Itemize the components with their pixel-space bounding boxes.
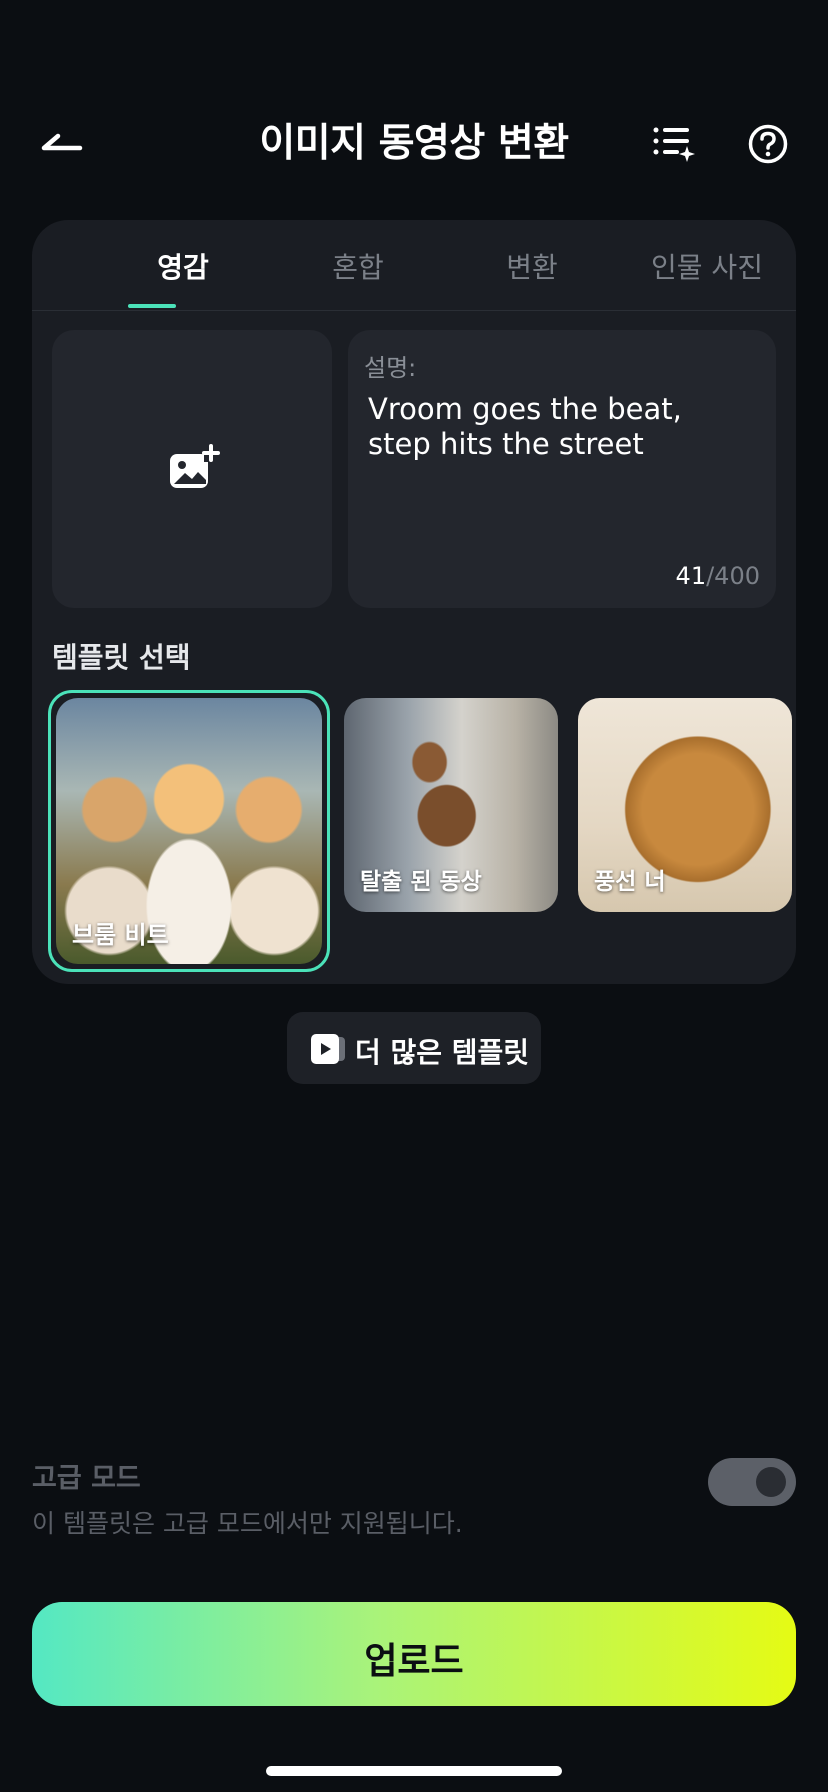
- tab-mix[interactable]: 혼합: [283, 246, 433, 286]
- upload-label: 업로드: [364, 1641, 464, 1682]
- advanced-mode-toggle[interactable]: [708, 1458, 796, 1506]
- template-label: 탈출 된 동상: [360, 869, 482, 895]
- main-card: 영감 혼합 변환 인물 사진 설명: Vroom goes the beat, …: [32, 220, 796, 984]
- template-card-balloon-you[interactable]: 풍선 너: [578, 698, 792, 912]
- advanced-mode-title: 고급 모드: [32, 1463, 141, 1494]
- task-list-icon: [653, 127, 695, 162]
- more-templates-button[interactable]: 더 많은 템플릿: [287, 1012, 541, 1084]
- home-indicator: [266, 1766, 562, 1776]
- tab-divider: [32, 310, 796, 311]
- page-title: 이미지 동영상 변환: [259, 121, 569, 166]
- help-icon: [748, 124, 788, 164]
- toggle-knob: [756, 1467, 786, 1497]
- character-count: 41/400: [676, 562, 760, 590]
- active-tab-indicator: [128, 304, 176, 308]
- video-template-icon: [311, 1034, 345, 1064]
- add-image-button[interactable]: [52, 330, 332, 608]
- advanced-mode-description: 이 템플릿은 고급 모드에서만 지원됩니다.: [32, 1509, 463, 1538]
- template-label: 브룸 비트: [72, 921, 169, 949]
- character-count-max: /400: [706, 562, 760, 590]
- description-input[interactable]: 설명: Vroom goes the beat, step hits the s…: [348, 330, 776, 608]
- help-button[interactable]: [748, 124, 788, 164]
- template-label: 풍선 너: [594, 869, 666, 895]
- more-templates-label: 더 많은 템플릿: [355, 1036, 530, 1069]
- description-text[interactable]: Vroom goes the beat, step hits the stree…: [368, 392, 748, 462]
- mode-tabs: 영감 혼합 변환 인물 사진: [32, 220, 796, 311]
- tab-inspiration[interactable]: 영감: [108, 246, 258, 286]
- add-image-icon: [170, 444, 220, 488]
- template-card-escaped-statue[interactable]: 탈출 된 동상: [344, 698, 558, 912]
- task-list-button[interactable]: [652, 124, 696, 164]
- description-label: 설명:: [364, 354, 417, 382]
- character-count-current: 41: [675, 562, 707, 590]
- template-card-vroom-beat[interactable]: 브룸 비트: [56, 698, 322, 964]
- template-section-heading: 템플릿 선택: [52, 641, 191, 674]
- tab-portrait[interactable]: 인물 사진: [632, 246, 782, 286]
- upload-button[interactable]: 업로드: [32, 1602, 796, 1706]
- tab-transform[interactable]: 변환: [457, 246, 607, 286]
